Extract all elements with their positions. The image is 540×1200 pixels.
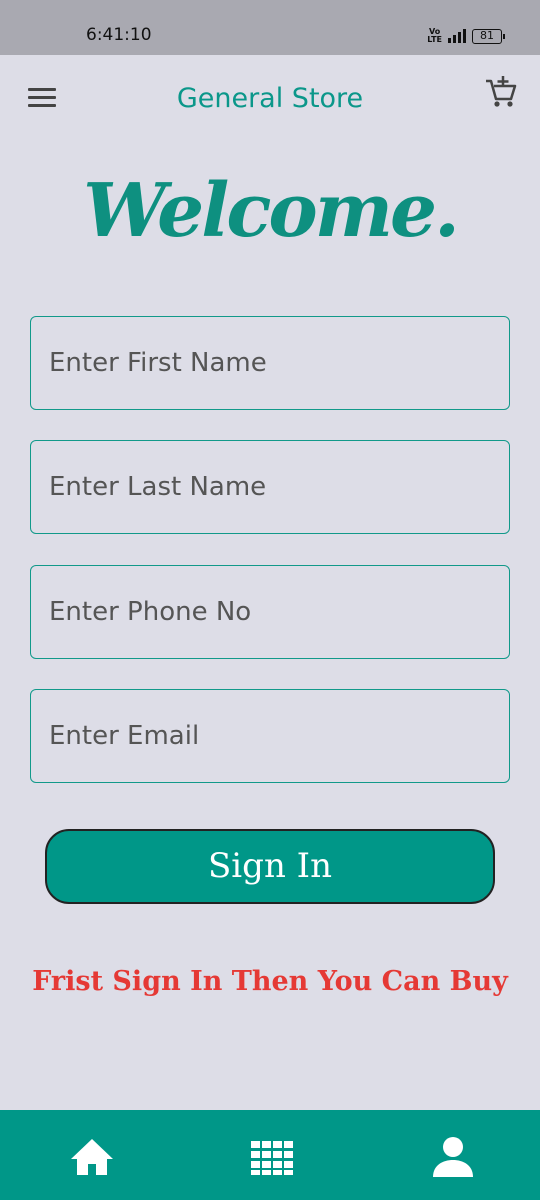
bottom-navigation — [0, 1110, 540, 1200]
app-title: General Store — [176, 83, 364, 114]
first-name-input[interactable] — [30, 316, 510, 410]
sign-in-button[interactable]: Sign In — [45, 829, 495, 904]
welcome-heading: Welcome. — [83, 168, 460, 254]
grid-icon[interactable] — [248, 1135, 298, 1179]
email-input[interactable] — [30, 689, 510, 783]
signal-icon — [448, 29, 466, 43]
phone-input[interactable] — [30, 565, 510, 659]
battery-icon: 81 — [472, 28, 505, 44]
status-bar: 6:41:10 Vo LTE 81 — [0, 0, 540, 55]
add-to-cart-icon[interactable] — [484, 75, 518, 109]
home-icon[interactable] — [67, 1135, 117, 1179]
sign-in-notice: Frist Sign In Then You Can Buy — [32, 966, 508, 997]
app-bar: General Store — [0, 55, 540, 140]
status-icons: Vo LTE 81 — [427, 26, 505, 46]
last-name-input[interactable] — [30, 440, 510, 534]
person-icon[interactable] — [428, 1135, 478, 1179]
volte-icon: Vo LTE — [427, 27, 442, 44]
status-time: 6:41:10 — [86, 25, 152, 45]
